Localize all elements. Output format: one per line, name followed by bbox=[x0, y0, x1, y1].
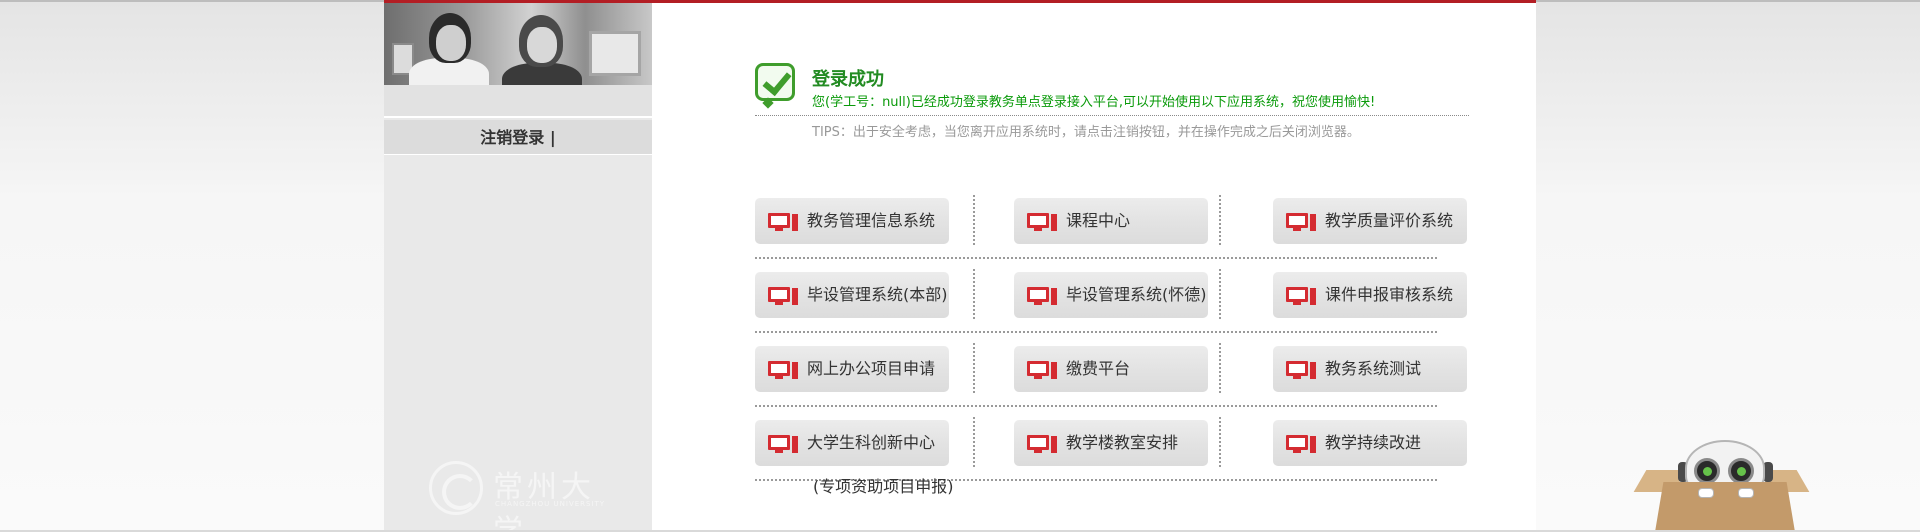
university-logo-english: CHANGZHOU UNIVERSITY bbox=[495, 500, 606, 508]
header-photo bbox=[384, 3, 652, 85]
column-divider bbox=[973, 417, 975, 467]
system-tile[interactable]: 课程中心 bbox=[1014, 198, 1208, 244]
system-tile[interactable]: 教务管理信息系统 bbox=[755, 198, 949, 244]
row-divider bbox=[755, 405, 1437, 407]
system-label: 教务管理信息系统 bbox=[807, 211, 936, 230]
system-tile[interactable]: 缴费平台 bbox=[1014, 346, 1208, 392]
success-title: 登录成功 bbox=[812, 69, 884, 90]
system-label: 毕设管理系统(本部) bbox=[807, 285, 948, 304]
tips-text: TIPS：出于安全考虑，当您离开应用系统时，请点击注销按钮，并在操作完成之后关闭… bbox=[812, 125, 1360, 140]
system-tile[interactable]: 教学持续改进 bbox=[1273, 420, 1467, 466]
system-row: 毕设管理系统(本部) 毕设管理系统(怀德) 课件申报审核系统 bbox=[755, 269, 1469, 343]
computer-icon bbox=[1286, 435, 1316, 453]
computer-icon bbox=[1027, 435, 1057, 453]
system-label: 课件申报审核系统 bbox=[1325, 285, 1454, 304]
logout-bar: 注销登录 | bbox=[384, 120, 652, 155]
system-tile[interactable]: 大学生科创新中心 bbox=[755, 420, 949, 466]
row-divider bbox=[755, 331, 1437, 333]
system-label: 缴费平台 bbox=[1066, 359, 1131, 378]
column-divider bbox=[1219, 269, 1221, 319]
university-logo: 常州大学 CHANGZHOU UNIVERSITY bbox=[429, 458, 609, 532]
system-row: 网上办公项目申请 缴费平台 教务系统测试 bbox=[755, 343, 1469, 417]
system-label: 课程中心 bbox=[1066, 211, 1131, 230]
system-label: 网上办公项目申请 bbox=[807, 359, 936, 378]
checkmark-icon bbox=[755, 63, 795, 101]
system-row: 教务管理信息系统 课程中心 教学质量评价系统 bbox=[755, 195, 1469, 269]
logout-link[interactable]: 注销登录 | bbox=[480, 128, 555, 147]
system-label: 教务系统测试 bbox=[1325, 359, 1422, 378]
system-tile[interactable]: 毕设管理系统(本部) bbox=[755, 272, 949, 318]
computer-icon bbox=[1027, 361, 1057, 379]
computer-icon bbox=[1286, 287, 1316, 305]
system-label: 教学质量评价系统 bbox=[1325, 211, 1454, 230]
row-divider bbox=[755, 257, 1437, 259]
computer-icon bbox=[1027, 213, 1057, 231]
computer-icon bbox=[768, 435, 798, 453]
success-message: 您(学工号：null)已经成功登录教务单点登录接入平台,可以开始使用以下应用系统… bbox=[812, 95, 1376, 110]
system-tile[interactable]: 教学质量评价系统 bbox=[1273, 198, 1467, 244]
column-divider bbox=[973, 269, 975, 319]
computer-icon bbox=[1286, 213, 1316, 231]
system-label: 教学楼教室安排 bbox=[1066, 433, 1179, 452]
system-tile[interactable]: 毕设管理系统(怀德) bbox=[1014, 272, 1208, 318]
divider bbox=[755, 115, 1469, 116]
main-page: 注销登录 | 常州大学 CHANGZHOU UNIVERSITY 登录成功 您(… bbox=[384, 3, 1536, 532]
system-tile[interactable]: 网上办公项目申请 bbox=[755, 346, 949, 392]
column-divider bbox=[1219, 195, 1221, 245]
column-divider bbox=[973, 343, 975, 393]
computer-icon bbox=[768, 361, 798, 379]
system-tile[interactable]: 教学楼教室安排 bbox=[1014, 420, 1208, 466]
system-grid: 教务管理信息系统 课程中心 教学质量评价系统 毕设管理系统(本部) 毕设管理系统… bbox=[755, 195, 1469, 496]
column-divider bbox=[1219, 343, 1221, 393]
sidebar: 注销登录 | 常州大学 CHANGZHOU UNIVERSITY bbox=[384, 3, 652, 532]
computer-icon bbox=[768, 287, 798, 305]
column-divider bbox=[1219, 417, 1221, 467]
system-label: 大学生科创新中心 bbox=[807, 433, 936, 452]
system-row: 大学生科创新中心 教学楼教室安排 教学持续改进 (专项资助项目申报) bbox=[755, 417, 1469, 496]
system-label: 毕设管理系统(怀德) bbox=[1066, 285, 1207, 304]
university-logo-text: 常州大学 bbox=[493, 470, 595, 532]
system-label: 教学持续改进 bbox=[1325, 433, 1422, 452]
computer-icon bbox=[768, 213, 798, 231]
robot-mascot bbox=[1633, 432, 1810, 532]
system-tile[interactable]: 教务系统测试 bbox=[1273, 346, 1467, 392]
university-seal-icon bbox=[429, 461, 483, 515]
system-tile[interactable]: 课件申报审核系统 bbox=[1273, 272, 1467, 318]
computer-icon bbox=[1027, 287, 1057, 305]
sidebar-spacer bbox=[384, 85, 652, 118]
extra-note-link[interactable]: (专项资助项目申报) bbox=[813, 473, 954, 497]
computer-icon bbox=[1286, 361, 1316, 379]
column-divider bbox=[973, 195, 975, 245]
